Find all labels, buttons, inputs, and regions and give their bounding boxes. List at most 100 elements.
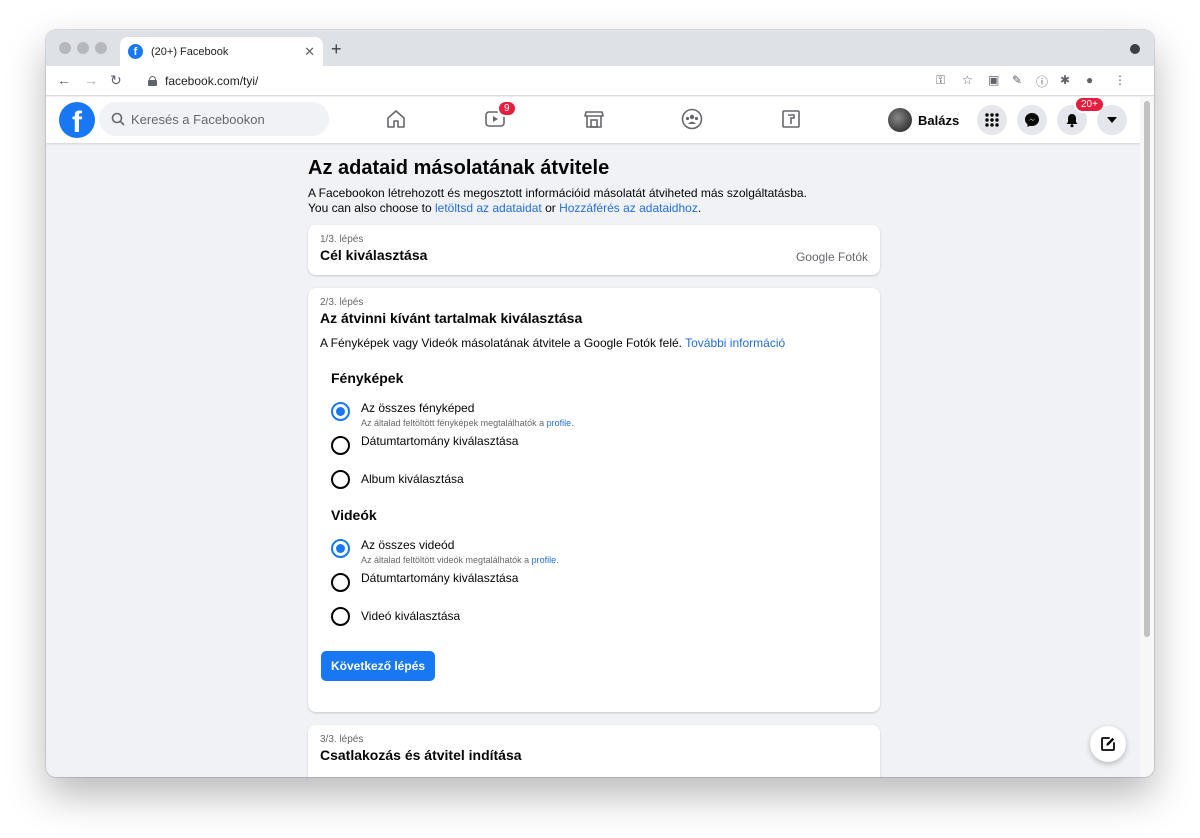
groups-icon[interactable] [680,107,704,131]
facebook-logo-icon[interactable]: f [59,102,95,138]
desc-prefix: You can also choose to [308,201,435,215]
caret-down-icon [1107,117,1117,123]
option-sub-text: Az általad feltöltött videók megtalálhat… [361,555,532,565]
puzzle-icon[interactable]: ✱ [1060,73,1070,87]
photos-section-title: Fényképek [331,370,404,386]
new-message-button[interactable] [1090,726,1126,762]
minimize-window-button[interactable] [77,42,89,54]
extension-icon[interactable]: ▣ [988,73,999,87]
kebab-menu-icon[interactable]: ⋮ [1114,73,1126,87]
account-icon[interactable]: ● [1086,73,1093,87]
option-sub-end: . [556,555,559,565]
option-sub-text: Az általad feltöltött fényképek megtalál… [361,418,547,428]
option-label: Az összes fényképed [361,401,475,415]
desc-end: . [697,201,702,215]
menu-button[interactable] [977,105,1007,135]
more-info-link[interactable]: További információ [685,336,785,350]
desc-mid: or [541,201,560,215]
forward-arrow-icon[interactable]: → [84,72,98,88]
watch-badge: 9 [497,100,517,117]
step-3-card[interactable]: 3/3. lépés Csatlakozás és átvitel indítá… [308,725,880,777]
option-label: Az összes videód [361,538,455,552]
profile-name: Balázs [918,112,960,128]
profile-link[interactable]: profile [547,418,572,428]
eyedropper-icon[interactable]: ✎ [1012,73,1022,87]
option-label: Dátumtartomány kiválasztása [361,434,519,448]
access-data-link[interactable]: Hozzáférés az adataidhoz [559,201,698,215]
grid-menu-icon [985,113,999,127]
option-label: Album kiválasztása [361,472,464,486]
page-scrollbar[interactable] [1140,97,1154,777]
description-line-2: You can also choose to letöltsd az adata… [308,201,880,216]
option-videos-date-range[interactable]: Dátumtartomány kiválasztása [331,567,868,601]
chrome-profile-icon[interactable] [1130,44,1140,54]
close-tab-icon[interactable]: ✕ [304,44,315,60]
url-text: facebook.com/tyi/ [165,74,259,88]
radio-all-videos[interactable] [331,539,350,558]
browser-toolbar: ← → ↻ facebook.com/tyi/ ⚿ ☆ ▣ ✎ ⓘ ✱ ● ⋮ [46,66,1154,96]
tab-title: (20+) Facebook [151,45,229,58]
close-window-button[interactable] [59,42,71,54]
step-1-title: Cél kiválasztása [320,247,428,263]
messenger-icon [1025,113,1039,127]
radio-select-album[interactable] [331,470,350,489]
main-content: Az adataid másolatának átvitele A Facebo… [308,143,880,777]
search-icon [111,112,125,126]
option-label: Videó kiválasztása [361,609,461,623]
account-menu-button[interactable] [1097,105,1127,135]
back-arrow-icon[interactable]: ← [57,72,71,88]
step-2-card: 2/3. lépés Az átvinni kívánt tartalmak k… [308,288,880,712]
option-photos-date-range[interactable]: Dátumtartomány kiválasztása [331,430,868,464]
option-all-photos[interactable]: Az összes fényképed Az általad feltöltöt… [331,396,868,430]
browser-window: f (20+) Facebook ✕ + ← → ↻ facebook.com/… [46,30,1154,777]
option-sub: Az általad feltöltött videók megtalálhat… [361,555,559,565]
gaming-icon[interactable] [779,107,803,131]
step-3-label: 3/3. lépés [320,734,364,745]
option-all-videos[interactable]: Az összes videód Az általad feltöltött v… [331,533,868,567]
browser-tab[interactable]: f (20+) Facebook ✕ [120,37,323,66]
avatar [888,108,912,132]
profile-link[interactable]: profile [532,555,557,565]
page-description: A Facebookon létrehozott és megosztott i… [308,186,880,216]
search-input[interactable] [131,111,311,127]
bell-icon [1066,114,1078,128]
description-line-1: A Facebookon létrehozott és megosztott i… [308,186,807,200]
star-icon[interactable]: ☆ [962,73,973,87]
option-select-album[interactable]: Album kiválasztása [331,464,868,498]
messenger-button[interactable] [1017,105,1047,135]
new-tab-icon[interactable]: + [331,39,342,60]
step-2-description: A Fényképek vagy Videók másolatának átvi… [320,336,868,350]
maximize-window-button[interactable] [95,42,107,54]
reload-icon[interactable]: ↻ [110,72,122,89]
option-label: Dátumtartomány kiválasztása [361,571,519,585]
step-1-card[interactable]: 1/3. lépés Cél kiválasztása Google Fotók [308,225,880,275]
option-sub: Az általad feltöltött fényképek megtalál… [361,418,574,428]
page-title: Az adataid másolatának átvitele [308,157,610,179]
profile-chip[interactable]: Balázs [888,105,959,135]
radio-videos-date-range[interactable] [331,573,350,592]
lock-icon [148,76,157,86]
facebook-navbar: f 9 [46,96,1154,143]
home-icon[interactable] [384,107,408,131]
search-box[interactable] [99,102,329,136]
step-1-label: 1/3. lépés [320,234,364,245]
key-icon[interactable]: ⚿ [936,73,945,88]
step-2-title: Az átvinni kívánt tartalmak kiválasztása [320,310,583,326]
radio-photos-date-range[interactable] [331,436,350,455]
download-data-link[interactable]: letöltsd az adataidat [435,201,542,215]
address-bar[interactable]: facebook.com/tyi/ [138,69,918,93]
tab-strip: f (20+) Facebook ✕ + [46,30,1154,66]
step-2-desc-text: A Fényképek vagy Videók másolatának átvi… [320,336,686,350]
selected-destination: Google Fotók [795,250,868,264]
next-step-button[interactable]: Következő lépés [321,651,436,681]
step-2-label: 2/3. lépés [320,297,364,308]
marketplace-icon[interactable] [582,107,606,131]
option-select-video[interactable]: Videó kiválasztása [331,601,868,635]
radio-select-video[interactable] [331,607,350,626]
radio-all-photos[interactable] [331,402,350,421]
option-sub-end: . [571,418,574,428]
scrollbar-thumb[interactable] [1144,101,1150,637]
compose-icon [1101,737,1115,751]
videos-section-title: Videók [331,507,377,523]
info-icon[interactable]: ⓘ [1036,73,1048,90]
